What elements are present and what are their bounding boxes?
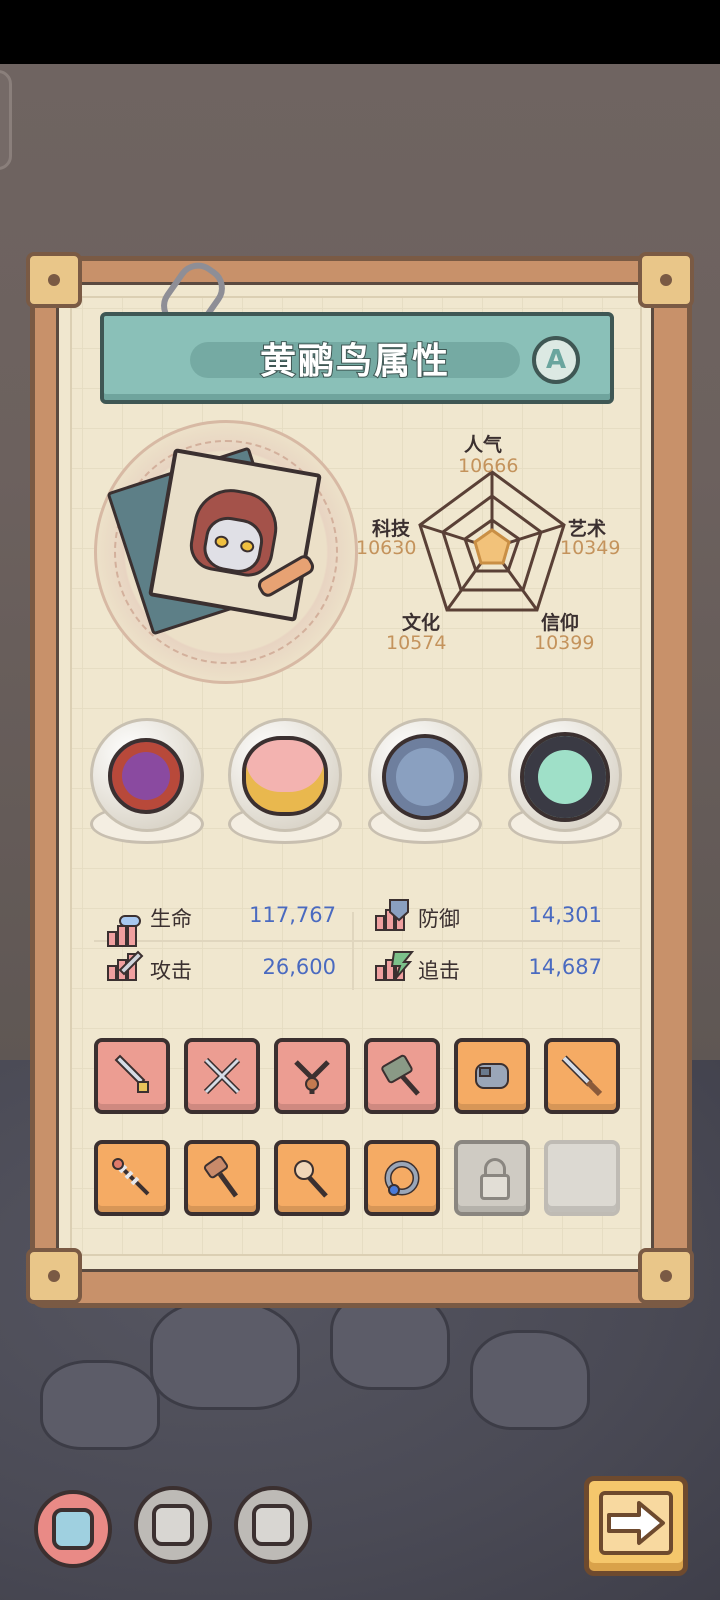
robot-tab-3[interactable] (234, 1486, 312, 1564)
attack-icon (107, 950, 144, 981)
next-button[interactable] (584, 1476, 688, 1576)
equipment-slot-1[interactable] (94, 1038, 170, 1114)
background-rock (470, 1330, 590, 1430)
equipment-slot-9[interactable] (274, 1140, 350, 1216)
equipment-slot-6[interactable] (544, 1038, 620, 1114)
equipment-slot-4[interactable] (364, 1038, 440, 1114)
fishbone-sword-icon (112, 1158, 150, 1196)
corner-bracket (638, 1248, 694, 1304)
pursuit-value: 14,687 (528, 955, 602, 979)
hp-icon (107, 915, 141, 947)
defense-icon (375, 899, 409, 931)
radar-value-culture: 10574 (386, 632, 447, 654)
corner-bracket (26, 1248, 82, 1304)
background-rock (40, 1360, 160, 1450)
mallet-icon (203, 1156, 239, 1198)
radar-value-faith: 10399 (534, 632, 595, 654)
radar-label-culture: 文化 (402, 612, 441, 634)
relic-slot-2[interactable] (222, 714, 348, 854)
robot-head-icon (152, 1504, 194, 1546)
page-title: 黄鹂鸟属性 (259, 340, 450, 383)
robot-head-icon (52, 1508, 94, 1550)
arrow-right-icon (607, 1501, 665, 1545)
equipment-slot-locked[interactable] (454, 1140, 530, 1216)
relic-slot-1[interactable] (84, 714, 210, 854)
hp-value: 117,767 (249, 903, 336, 927)
relic-slot-3[interactable] (362, 714, 488, 854)
robot-head-icon (252, 1504, 294, 1546)
robot-tab-2[interactable] (134, 1486, 212, 1564)
equipment-slot-empty[interactable] (544, 1140, 620, 1216)
background-rock (150, 1300, 300, 1410)
crossed-daggers-icon (203, 1057, 241, 1095)
war-hammer-icon (381, 1054, 420, 1096)
status-bar (0, 0, 720, 64)
stats-divider-vertical (352, 912, 354, 990)
robot-tab-1[interactable] (34, 1490, 112, 1568)
radar-value-tech: 10630 (356, 537, 417, 559)
stats-divider (94, 940, 620, 942)
equipment-slot-7[interactable] (94, 1140, 170, 1216)
equipment-slot-8[interactable] (184, 1140, 260, 1216)
radar-value-popularity: 10666 (458, 455, 519, 477)
equipment-slot-2[interactable] (184, 1038, 260, 1114)
gauntlet-icon (475, 1063, 509, 1089)
radar-label-popularity: 人气 (464, 434, 503, 456)
corner-bracket (638, 252, 694, 308)
equipment-slot-10[interactable] (364, 1140, 440, 1216)
defense-value: 14,301 (528, 903, 602, 927)
character-portrait[interactable] (148, 448, 322, 622)
relic-slot-4[interactable] (502, 714, 628, 854)
slingshot-icon (294, 1060, 330, 1094)
radar-value-art: 10349 (560, 537, 621, 559)
side-tab[interactable] (0, 70, 12, 170)
gem-ring-icon (384, 1160, 420, 1196)
rank-badge: A (532, 336, 580, 384)
equipment-slot-5[interactable] (454, 1038, 530, 1114)
equipment-slot-3[interactable] (274, 1038, 350, 1114)
sword-icon (114, 1054, 149, 1093)
dagger-icon (561, 1055, 603, 1097)
pursuit-icon (375, 951, 414, 981)
radar-label-faith: 信仰 (541, 612, 580, 634)
corner-bracket (26, 252, 82, 308)
attack-value: 26,600 (262, 955, 336, 979)
lock-icon-body (480, 1174, 510, 1200)
pointing-wand-icon (294, 1160, 328, 1198)
